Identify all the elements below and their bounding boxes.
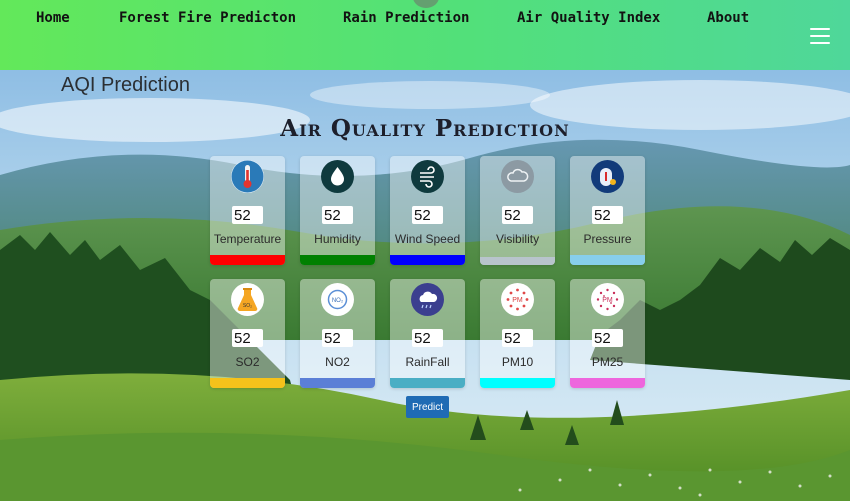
pm10-input[interactable] xyxy=(502,329,533,347)
card-rainfall: RainFall xyxy=(390,279,465,388)
pm10-color-bar xyxy=(480,378,555,388)
page-title: AQI Prediction xyxy=(61,74,190,96)
card-so2: SO₂ SO2 xyxy=(210,279,285,388)
temperature-color-bar xyxy=(210,255,285,265)
rainfall-input[interactable] xyxy=(412,329,443,347)
pressure-input[interactable] xyxy=(592,206,623,224)
nav-forest-fire-link[interactable]: Forest Fire Predicton xyxy=(119,10,296,26)
so2-input[interactable] xyxy=(232,329,263,347)
svg-text:NO₂: NO₂ xyxy=(332,298,344,304)
card-no2: NO₂ NO2 xyxy=(300,279,375,388)
wind-speed-color-bar xyxy=(390,255,465,265)
visibility-label: Visibility xyxy=(495,232,540,246)
card-pm10: PM PM10 xyxy=(480,279,555,388)
no2-label: NO2 xyxy=(325,355,350,369)
card-visibility: Visibility xyxy=(480,156,555,265)
pressure-label: Pressure xyxy=(583,232,632,246)
pressure-gauge-icon xyxy=(591,160,624,193)
visibility-input[interactable] xyxy=(502,206,533,224)
pm10-particles-icon: PM xyxy=(501,283,534,316)
pm25-particles-icon: PM xyxy=(591,283,624,316)
humidity-icon xyxy=(321,160,354,193)
pressure-color-bar xyxy=(570,255,645,265)
rainfall-label: RainFall xyxy=(405,355,450,369)
rain-cloud-icon xyxy=(411,283,444,316)
wind-speed-input[interactable] xyxy=(412,206,443,224)
so2-color-bar xyxy=(210,378,285,388)
nav-air-quality-link[interactable]: Air Quality Index xyxy=(517,10,660,26)
nav-home-link[interactable]: Home xyxy=(36,10,70,26)
no2-icon: NO₂ xyxy=(321,283,354,316)
visibility-color-bar xyxy=(480,257,555,265)
svg-text:SO₂: SO₂ xyxy=(243,303,252,309)
wind-icon xyxy=(411,160,444,193)
rainfall-color-bar xyxy=(390,378,465,388)
svg-text:PM: PM xyxy=(512,297,523,304)
nav-decoration xyxy=(413,0,439,8)
pm25-color-bar xyxy=(570,378,645,388)
top-navbar: Home Forest Fire Predicton Rain Predicti… xyxy=(0,0,850,70)
pm25-label: PM25 xyxy=(591,355,624,369)
wind-speed-label: Wind Speed xyxy=(394,232,461,246)
humidity-color-bar xyxy=(300,255,375,265)
svg-text:PM: PM xyxy=(602,297,613,304)
nav-rain-prediction-link[interactable]: Rain Prediction xyxy=(343,10,469,26)
humidity-label: Humidity xyxy=(314,232,361,246)
predict-button[interactable]: Predict xyxy=(406,396,449,418)
card-humidity: Humidity xyxy=(300,156,375,265)
card-temperature: Temperature xyxy=(210,156,285,265)
main-heading: Air Quality Prediction xyxy=(280,115,570,142)
card-wind-speed: Wind Speed xyxy=(390,156,465,265)
no2-input[interactable] xyxy=(322,329,353,347)
visibility-icon xyxy=(501,160,534,193)
so2-label: SO2 xyxy=(235,355,260,369)
temperature-label: Temperature xyxy=(213,232,282,246)
card-pm25: PM PM25 xyxy=(570,279,645,388)
card-pressure: Pressure xyxy=(570,156,645,265)
thermometer-icon xyxy=(231,160,264,193)
hamburger-menu-icon[interactable] xyxy=(810,28,830,44)
humidity-input[interactable] xyxy=(322,206,353,224)
so2-flask-icon: SO₂ xyxy=(231,283,264,316)
no2-color-bar xyxy=(300,378,375,388)
nav-about-link[interactable]: About xyxy=(707,10,749,26)
temperature-input[interactable] xyxy=(232,206,263,224)
pm10-label: PM10 xyxy=(501,355,534,369)
pm25-input[interactable] xyxy=(592,329,623,347)
